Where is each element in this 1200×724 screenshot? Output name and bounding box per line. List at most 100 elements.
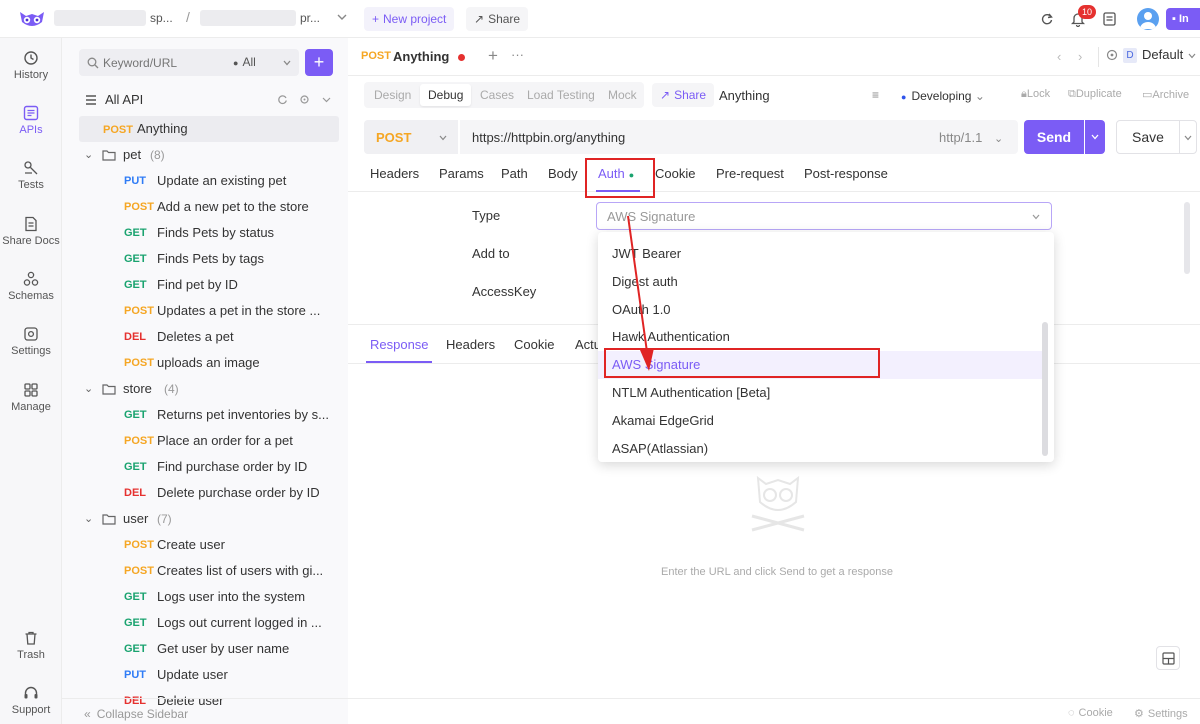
new-project-label: New project xyxy=(383,12,447,26)
req-tab-cookie[interactable]: Cookie xyxy=(655,159,695,189)
dropdown-scrollbar[interactable] xyxy=(1042,322,1048,456)
api-title[interactable]: Anything xyxy=(719,88,770,103)
mode-design[interactable]: Design xyxy=(366,82,419,108)
protocol-select[interactable]: http/1.1 ⌄ xyxy=(939,130,1003,145)
api-item[interactable]: GET Find purchase order by ID xyxy=(62,454,348,480)
chevron-down-icon[interactable] xyxy=(336,11,348,23)
req-tab-body[interactable]: Body xyxy=(548,159,578,189)
folder-store[interactable]: ⌄ store (4) xyxy=(62,376,348,402)
api-item[interactable]: PUT Update user xyxy=(62,662,348,688)
locate-icon[interactable] xyxy=(299,94,310,105)
archive-button[interactable]: ▭Archive xyxy=(1142,88,1189,101)
rail-item-settings[interactable]: Settings xyxy=(0,326,62,357)
mode-debug[interactable]: Debug xyxy=(420,84,472,106)
format-icon[interactable]: ≡ xyxy=(872,88,879,102)
rail-item-history[interactable]: History xyxy=(0,50,62,81)
duplicate-button[interactable]: ⧉Duplicate xyxy=(1068,88,1122,101)
api-item[interactable]: POST Create user xyxy=(62,532,348,558)
folder-user[interactable]: ⌄ user (7) xyxy=(62,506,348,532)
send-options-button[interactable] xyxy=(1085,120,1105,154)
folder-pet[interactable]: ⌄ pet (8) xyxy=(62,142,348,168)
rail-item-schemas[interactable]: Schemas xyxy=(0,271,62,302)
cookie-footer-button[interactable]: ◌ Cookie xyxy=(1068,707,1113,719)
api-item[interactable]: DEL Deletes a pet xyxy=(62,324,348,350)
api-item[interactable]: DEL Delete purchase order by ID xyxy=(62,480,348,506)
tab-more-icon[interactable]: ··· xyxy=(511,47,524,62)
rail-item-share-docs[interactable]: Share Docs xyxy=(0,216,62,247)
all-api-label[interactable]: All API xyxy=(105,92,143,107)
api-item[interactable]: GET Find pet by ID xyxy=(62,272,348,298)
avatar[interactable] xyxy=(1137,8,1159,30)
search-box: ●All xyxy=(79,49,299,76)
new-project-button[interactable]: + New project xyxy=(364,7,455,31)
api-item[interactable]: GET Logs user into the system xyxy=(62,584,348,610)
api-item[interactable]: POST Add a new pet to the store xyxy=(62,194,348,220)
filter-select[interactable]: ● All xyxy=(233,55,256,69)
workspace-name[interactable]: sp... xyxy=(150,11,173,25)
tab-scroll-left-icon[interactable]: ‹ xyxy=(1057,49,1061,64)
share-api-button[interactable]: ↗ Share xyxy=(652,83,715,107)
project-name[interactable]: pr... xyxy=(300,11,320,25)
chevron-down-icon[interactable] xyxy=(282,58,292,68)
collapse-sidebar-button[interactable]: « Collapse Sidebar xyxy=(84,707,188,721)
notification-badge: 10 xyxy=(1078,5,1096,19)
chevron-down-icon[interactable] xyxy=(1187,51,1197,61)
status-select[interactable]: ● Developing ⌄ xyxy=(901,89,985,103)
req-tab-params[interactable]: Params xyxy=(439,159,484,189)
rail-item-trash[interactable]: Trash xyxy=(0,630,62,661)
document-icon[interactable] xyxy=(1103,12,1116,26)
save-options-button[interactable] xyxy=(1179,120,1197,154)
api-item[interactable]: POST Place an order for a pet xyxy=(62,428,348,454)
add-tab-button[interactable]: + xyxy=(488,46,498,66)
settings-footer-button[interactable]: ⚙︎ Settings xyxy=(1134,707,1188,720)
resp-tab-cookie[interactable]: Cookie xyxy=(514,330,554,360)
api-item[interactable]: GET Finds Pets by status xyxy=(62,220,348,246)
api-item[interactable]: GET Get user by user name xyxy=(62,636,348,662)
more-options-icon[interactable] xyxy=(321,94,332,105)
tab-scroll-right-icon[interactable]: › xyxy=(1078,49,1082,64)
refresh-icon[interactable] xyxy=(277,94,288,105)
resp-tab-response[interactable]: Response xyxy=(370,330,429,360)
rail-item-manage[interactable]: Manage xyxy=(0,382,62,413)
api-item[interactable]: POST uploads an image xyxy=(62,350,348,376)
url-input[interactable]: https://httpbin.org/anything xyxy=(472,130,625,145)
environment-select[interactable]: Default xyxy=(1142,47,1183,62)
add-api-button[interactable]: + xyxy=(305,49,333,76)
api-item[interactable]: GET Returns pet inventories by s... xyxy=(62,402,348,428)
rail-item-apis[interactable]: APIs xyxy=(0,105,62,136)
auth-option[interactable]: ASAP(Atlassian) xyxy=(598,435,1042,462)
req-tab-pre-request[interactable]: Pre-request xyxy=(716,159,784,189)
resp-tab-headers[interactable]: Headers xyxy=(446,330,495,360)
mode-mock[interactable]: Mock xyxy=(600,82,645,108)
rail-item-tests[interactable]: Tests xyxy=(0,160,62,191)
api-item[interactable]: GET Logs out current logged in ... xyxy=(62,610,348,636)
api-item[interactable]: GET Finds Pets by tags xyxy=(62,246,348,272)
mode-load-testing[interactable]: Load Testing xyxy=(519,82,603,108)
mode-cases[interactable]: Cases xyxy=(472,82,522,108)
settings-footer-label: Settings xyxy=(1147,708,1188,720)
auth-option[interactable]: NTLM Authentication [Beta] xyxy=(598,379,1042,407)
invite-button[interactable]: ▪ In xyxy=(1166,8,1200,30)
form-scrollbar[interactable] xyxy=(1184,202,1190,274)
req-tab-headers[interactable]: Headers xyxy=(370,159,419,189)
req-tab-post-response[interactable]: Post-response xyxy=(804,159,888,189)
open-tab-title[interactable]: Anything xyxy=(393,49,449,64)
share-project-button[interactable]: ↗ Share xyxy=(466,7,529,31)
search-input[interactable] xyxy=(103,53,213,72)
api-item[interactable]: PUT Update an existing pet xyxy=(62,168,348,194)
method-select[interactable]: POST xyxy=(364,120,460,154)
api-item[interactable]: POST Creates list of users with gi... xyxy=(62,558,348,584)
save-button[interactable]: Save xyxy=(1116,120,1180,154)
api-name: Get user by user name xyxy=(157,641,290,656)
send-button[interactable]: Send xyxy=(1024,120,1084,154)
api-item[interactable]: POST Updates a pet in the store ... xyxy=(62,298,348,324)
lock-button[interactable]: 🔒︎Lock xyxy=(1021,88,1050,101)
method-badge: PUT xyxy=(124,175,146,187)
req-tab-path[interactable]: Path xyxy=(501,159,528,189)
layout-toggle-button[interactable] xyxy=(1156,646,1180,670)
selected-api-item[interactable]: POST Anything xyxy=(103,116,333,142)
sync-icon[interactable] xyxy=(1040,12,1054,26)
archive-icon: ▭ xyxy=(1142,89,1153,101)
auth-option[interactable]: Akamai EdgeGrid xyxy=(598,407,1042,435)
rail-item-support[interactable]: Support xyxy=(0,685,62,716)
